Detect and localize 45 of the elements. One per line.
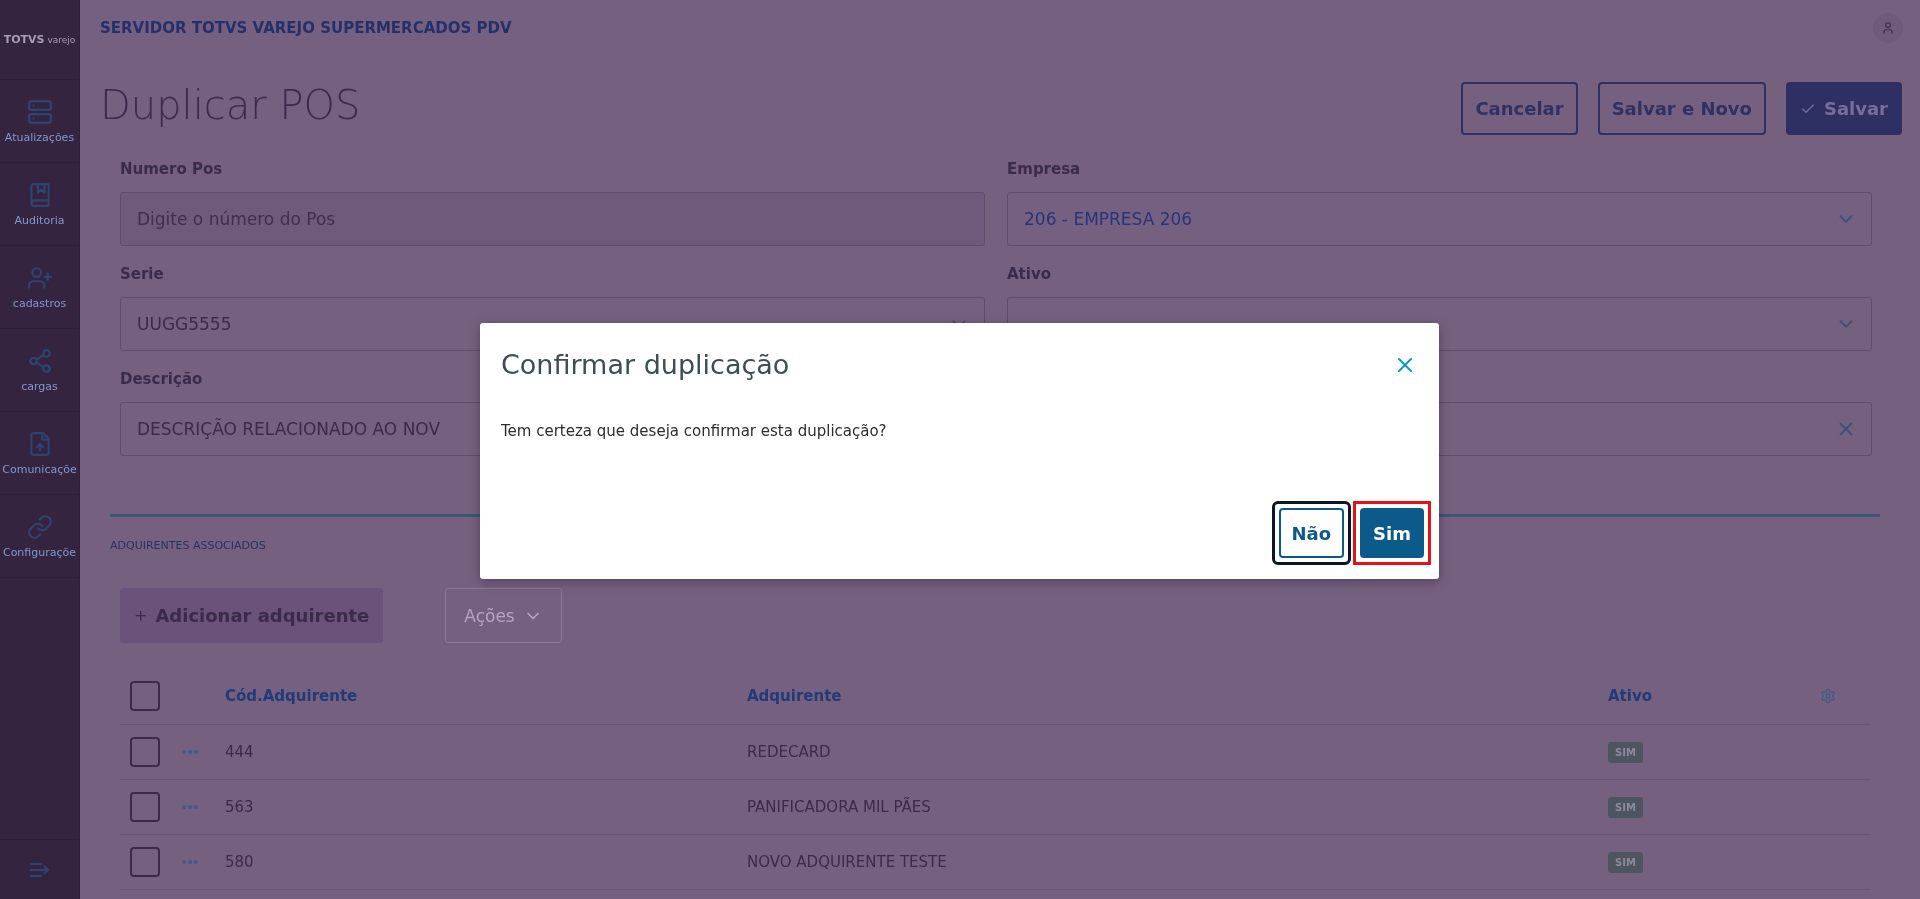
field-label: Descrição	[120, 370, 204, 388]
status-badge: SIM	[1608, 851, 1643, 873]
table-cell-text: NOVO ADQUIRENTE TESTE	[747, 853, 948, 871]
sidebar-item[interactable]: cadastros	[0, 246, 79, 329]
sidebar-item[interactable]: Auditoria	[0, 163, 79, 246]
link-icon	[26, 513, 53, 540]
share-icon	[26, 347, 53, 374]
dialog-title: Confirmar duplicação	[501, 349, 790, 380]
app-title: SERVIDOR TOTVS VAREJO SUPERMERCADOS PDV	[100, 19, 512, 37]
table-cell-text: 580	[225, 853, 255, 871]
field-label: Ativo	[1007, 265, 1052, 283]
sidebar-item[interactable]: cargas	[0, 329, 79, 412]
collapse-menu-icon[interactable]	[28, 860, 51, 879]
action-button[interactable]: Salvar e Novo	[1597, 82, 1766, 135]
sidebar-item[interactable]: Atualizações	[0, 80, 79, 163]
select-all-checkbox[interactable]	[130, 680, 160, 711]
add-user-icon	[26, 264, 53, 291]
user-avatar-icon[interactable]	[1873, 13, 1903, 43]
table-cell-text: 563	[225, 798, 255, 816]
field-label: Empresa	[1007, 160, 1082, 178]
sidebar-item[interactable]: Comunicaçõe	[0, 412, 79, 495]
row-checkbox[interactable]	[130, 737, 160, 767]
sidebar-item[interactable]: Configuraçõe	[0, 495, 79, 578]
confirm-button[interactable]: Sim	[1360, 508, 1424, 558]
cancel-button[interactable]: Não	[1278, 508, 1345, 558]
logo: TOTVS varejo	[0, 0, 79, 80]
field-label: Numero Pos	[120, 160, 224, 178]
action-button[interactable]: Cancelar	[1461, 82, 1578, 135]
table-cell-text: REDECARD	[747, 743, 832, 761]
status-badge: SIM	[1608, 741, 1643, 763]
row-checkbox[interactable]	[130, 792, 160, 822]
table-cell-text: PANIFICADORA MIL PÃES	[747, 798, 932, 816]
table-cell-text: 444	[225, 743, 255, 761]
select-field[interactable]: 206 - EMPRESA 206	[1007, 192, 1872, 246]
dialog-message: Tem certeza que deseja confirmar esta duplicação?	[501, 422, 888, 440]
column-header[interactable]: Ativo	[1608, 686, 1820, 705]
field-label: Serie	[120, 265, 165, 283]
server-icon	[26, 98, 53, 125]
save-button[interactable]: Salvar	[1785, 82, 1902, 135]
page-title: Duplicar POS	[100, 82, 361, 128]
status-badge: SIM	[1608, 796, 1643, 818]
section-title: ADQUIRENTES ASSOCIADOS	[110, 539, 267, 552]
column-header[interactable]: Adquirente	[747, 686, 1608, 705]
row-checkbox[interactable]	[130, 847, 160, 877]
column-header[interactable]: Cód.Adquirente	[225, 686, 747, 705]
